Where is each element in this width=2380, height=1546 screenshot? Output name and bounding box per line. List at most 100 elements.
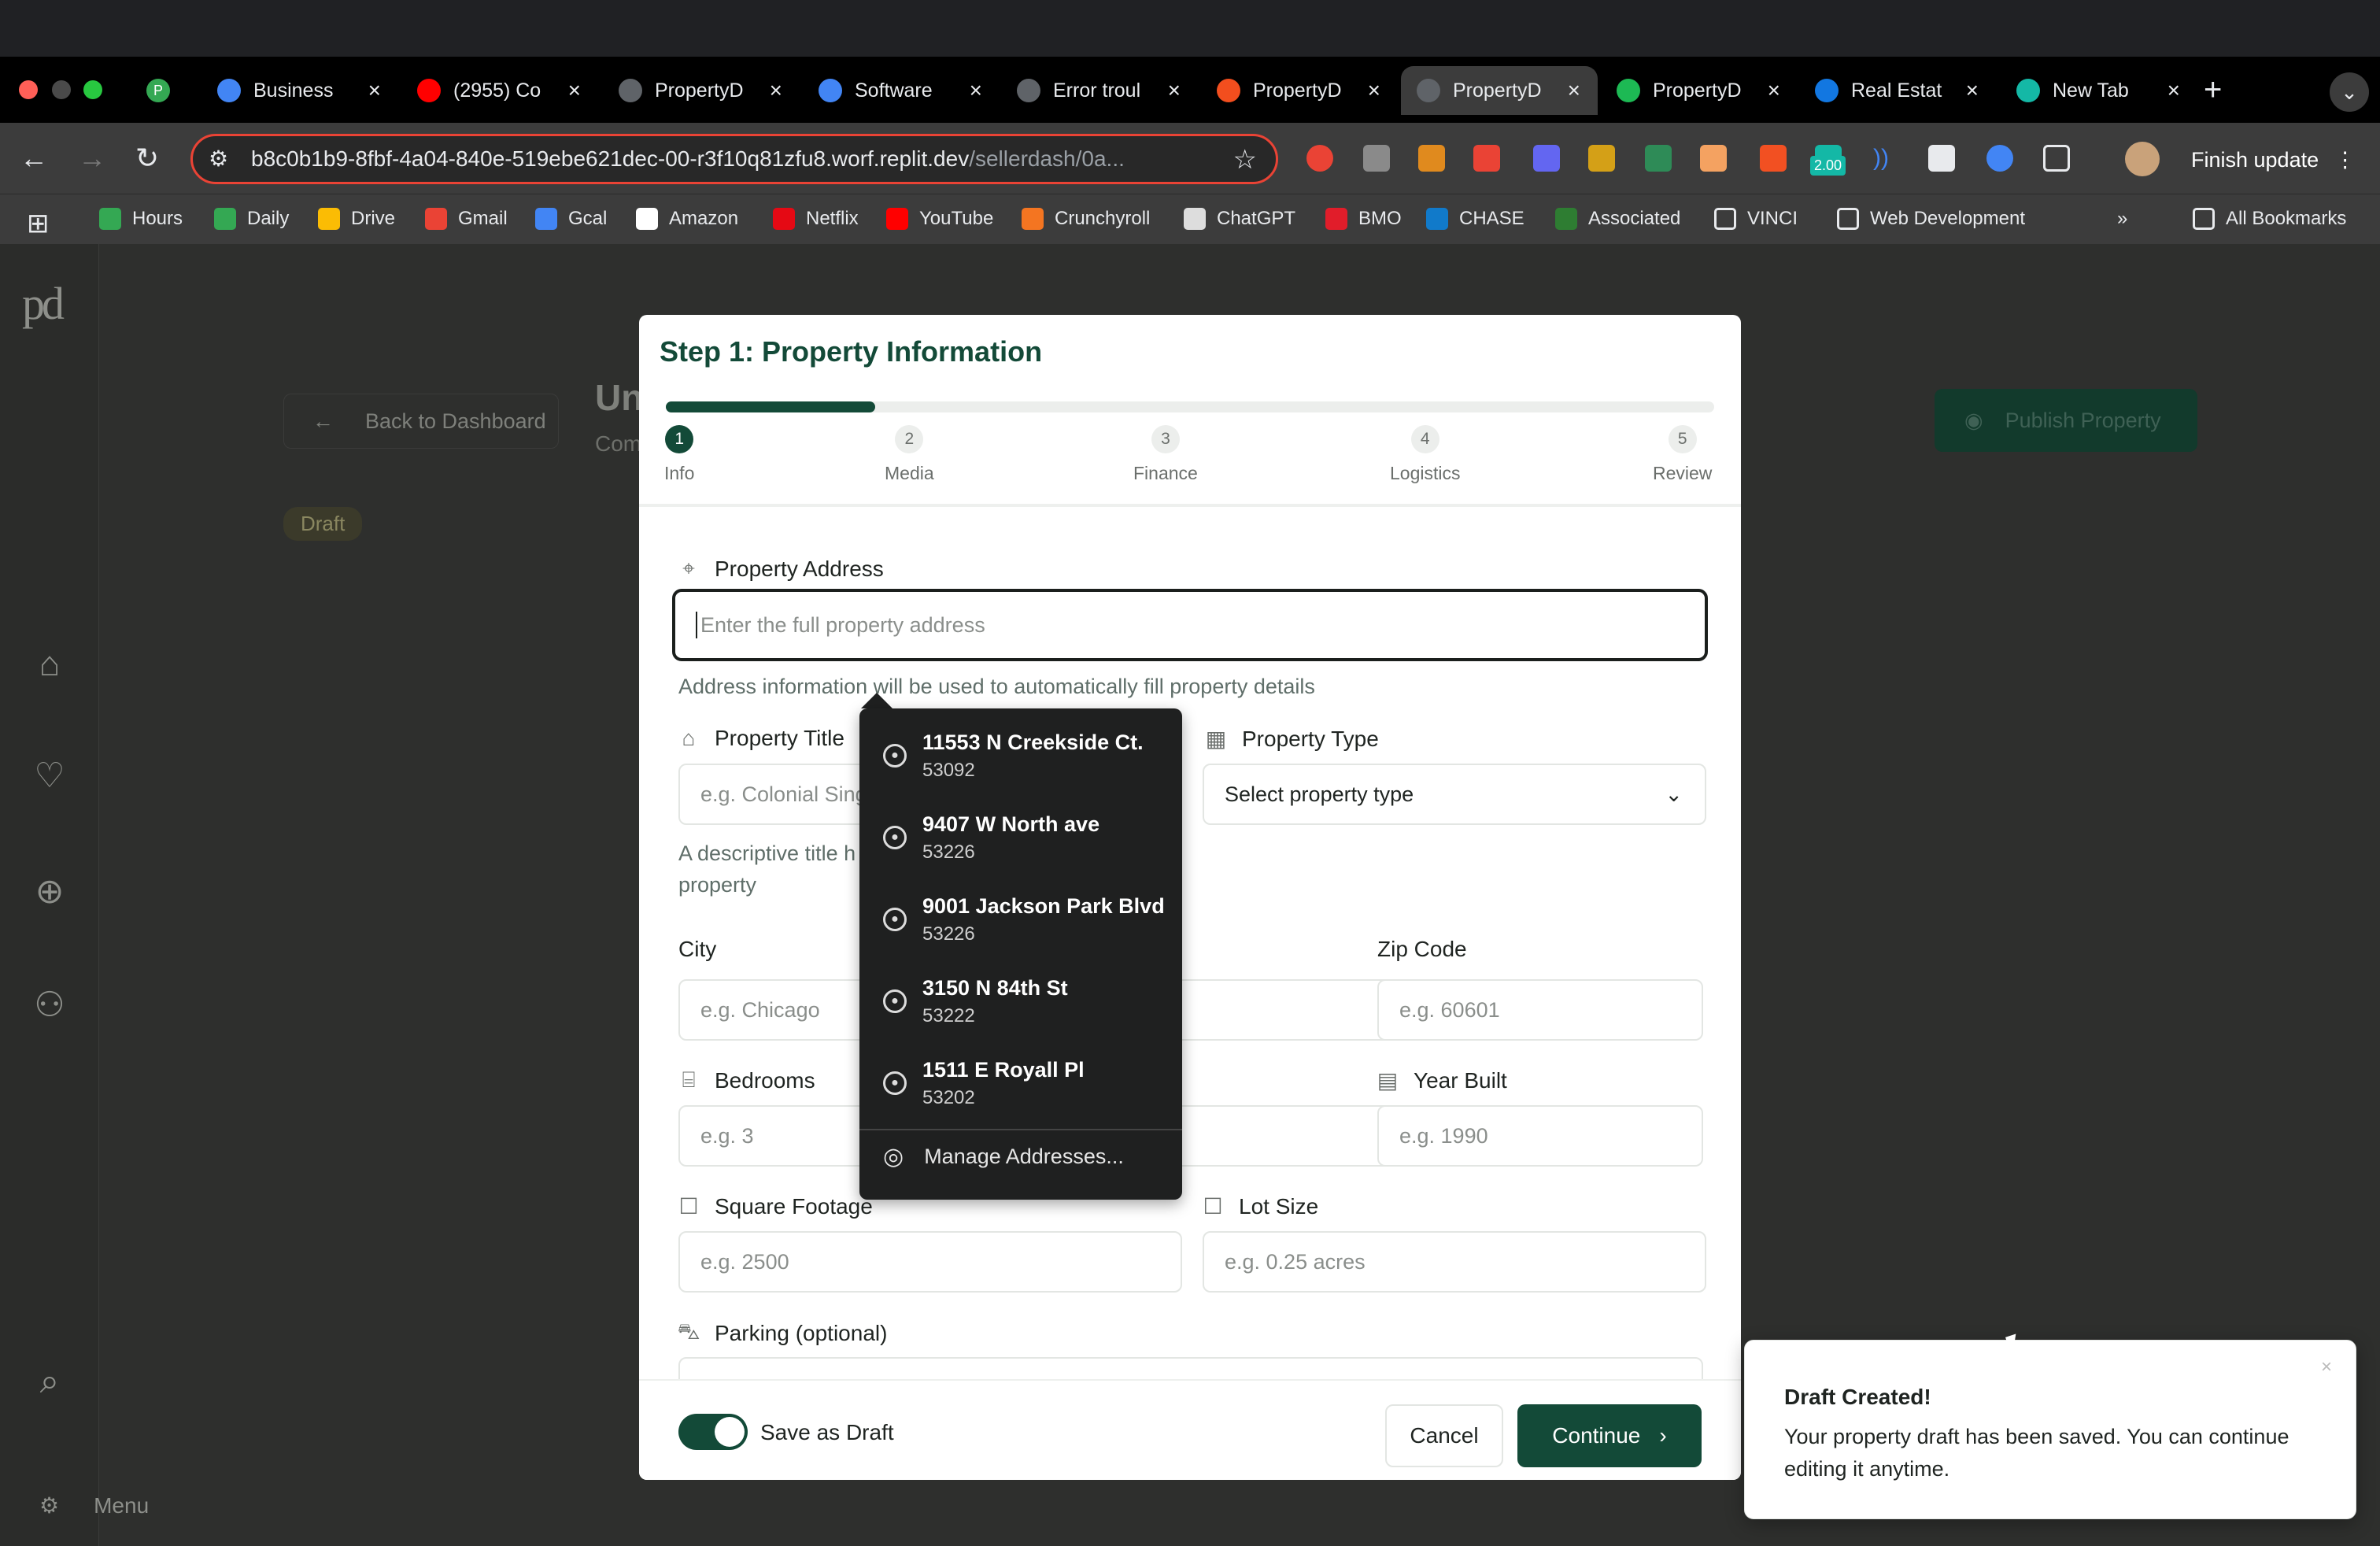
extension-icon[interactable] [1986, 145, 2013, 172]
step-media[interactable]: 2 Media [885, 425, 934, 484]
finish-update-button[interactable]: Finish update ⋮ [2180, 139, 2367, 181]
menu-button[interactable]: ⚙ Menu [39, 1492, 149, 1518]
close-tab-icon[interactable]: × [1368, 78, 1380, 103]
forward-nav-button[interactable]: → [74, 140, 110, 176]
bookmark-item[interactable]: Crunchyroll [1022, 208, 1150, 230]
address-suggestion[interactable]: ● 9407 W North ave 53226 [859, 797, 1182, 878]
bookmark-item[interactable]: VINCI [1714, 208, 1798, 230]
zip-input[interactable]: e.g. 60601 [1377, 979, 1703, 1041]
address-bar[interactable]: ⚙ b8c0b1b9-8fbf-4a04-840e-519ebe621dec-0… [190, 134, 1278, 184]
extension-icon[interactable] [1645, 145, 1672, 172]
address-suggestion[interactable]: ● 11553 N Creekside Ct. 53092 [859, 715, 1182, 797]
address-suggestion[interactable]: ● 3150 N 84th St 53222 [859, 960, 1182, 1042]
extension-icon[interactable] [1418, 145, 1445, 172]
wifi-icon[interactable]: )) [1873, 145, 1900, 172]
close-tab-icon[interactable]: × [770, 78, 782, 103]
year-input[interactable]: e.g. 1990 [1377, 1105, 1703, 1167]
site-info-icon[interactable]: ⚙ [209, 146, 228, 172]
avatar[interactable] [2125, 142, 2160, 176]
bookmark-item[interactable]: Associated [1555, 208, 1680, 230]
bookmark-item[interactable]: Drive [318, 208, 395, 230]
bookmark-favicon-icon [1184, 208, 1206, 230]
close-tab-icon[interactable]: × [1966, 78, 1979, 103]
bookmark-item[interactable]: Daily [214, 208, 289, 230]
bookmark-item[interactable]: Hours [99, 208, 183, 230]
search-icon[interactable]: ⌕ [27, 1359, 72, 1404]
heart-icon[interactable]: ♡ [27, 753, 72, 799]
address-input[interactable]: Enter the full property address [672, 589, 1708, 661]
home-icon[interactable]: ⌂ [27, 642, 72, 687]
tab-3[interactable]: Software × [803, 66, 1000, 115]
sqft-input[interactable]: e.g. 2500 [678, 1231, 1182, 1293]
step-logistics[interactable]: 4 Logistics [1390, 425, 1460, 484]
close-tab-icon[interactable]: × [2168, 78, 2180, 103]
bookmark-item[interactable]: YouTube [886, 208, 993, 230]
bookmark-item[interactable]: Gmail [425, 208, 508, 230]
pencil-icon[interactable] [1700, 145, 1727, 172]
tab-9[interactable]: New Tab × [2001, 66, 2197, 115]
close-tab-icon[interactable]: × [1568, 78, 1580, 103]
property-type-select[interactable]: Select property type ⌄ [1203, 764, 1706, 825]
bookmark-star-icon[interactable]: ☆ [1233, 144, 1257, 176]
bookmark-item[interactable]: CHASE [1426, 208, 1524, 230]
step-info[interactable]: 1 Info [664, 425, 694, 484]
continue-button[interactable]: Continue › [1517, 1404, 1702, 1467]
all-bookmarks[interactable]: All Bookmarks [2193, 208, 2346, 230]
folder-icon [1714, 208, 1736, 230]
more-bookmarks-icon[interactable]: » [2117, 208, 2127, 230]
eye-icon: ◉ [1964, 408, 1983, 432]
close-icon[interactable]: × [2321, 1356, 2332, 1378]
extension-icon[interactable] [1533, 145, 1560, 172]
step-finance[interactable]: 3 Finance [1133, 425, 1198, 484]
url-path: /sellerdash/0a... [969, 146, 1125, 171]
translate-icon[interactable] [1928, 145, 1955, 172]
tab-5[interactable]: PropertyD × [1201, 66, 1398, 115]
reload-button[interactable]: ↻ [129, 140, 165, 176]
bookmark-item[interactable]: Gcal [535, 208, 607, 230]
step-review[interactable]: 5 Review [1653, 425, 1712, 484]
back-to-dashboard-button[interactable]: ← Back to Dashboard [283, 394, 559, 449]
bookmark-item[interactable]: Web Development [1837, 208, 2025, 230]
save-draft-toggle[interactable] [678, 1414, 748, 1450]
bookmark-item[interactable]: ChatGPT [1184, 208, 1295, 230]
tab-profile[interactable]: P [131, 66, 186, 115]
maximize-window-button[interactable] [83, 80, 102, 99]
tab-2[interactable]: PropertyD × [603, 66, 800, 115]
close-window-button[interactable] [19, 80, 38, 99]
close-tab-icon[interactable]: × [568, 78, 581, 103]
lot-input[interactable]: e.g. 0.25 acres [1203, 1231, 1706, 1293]
close-tab-icon[interactable]: × [1168, 78, 1181, 103]
tab-6[interactable]: PropertyD × [1401, 66, 1598, 115]
bookmark-item[interactable]: Amazon [636, 208, 738, 230]
apps-grid-icon[interactable]: ⊞ [27, 208, 50, 239]
bookmark-item[interactable]: BMO [1325, 208, 1402, 230]
add-circle-icon[interactable]: ⊕ [27, 869, 72, 915]
extension-icon[interactable] [1588, 145, 1615, 172]
tab-1[interactable]: (2955) Co × [401, 66, 598, 115]
tab-7[interactable]: PropertyD × [1601, 66, 1798, 115]
modal-footer: Save as Draft Cancel Continue › [639, 1379, 1741, 1480]
tab-search-button[interactable]: ⌄ [2330, 72, 2369, 112]
extension-icon[interactable] [1306, 145, 1333, 172]
tab-0[interactable]: Business × [201, 66, 398, 115]
close-tab-icon[interactable]: × [1768, 78, 1780, 103]
close-tab-icon[interactable]: × [970, 78, 982, 103]
cancel-button[interactable]: Cancel [1385, 1404, 1503, 1467]
address-suggestion[interactable]: ● 1511 E Royall Pl 53202 [859, 1042, 1182, 1124]
extension-icon[interactable] [1473, 145, 1500, 172]
back-nav-button[interactable]: ← [16, 140, 52, 176]
toast-title: Draft Created! [1784, 1385, 1931, 1409]
bookmark-item[interactable]: Netflix [773, 208, 859, 230]
tab-4[interactable]: Error troul × [1001, 66, 1198, 115]
tab-8[interactable]: Real Estat × [1799, 66, 1996, 115]
extension-icon[interactable] [1363, 145, 1390, 172]
publish-property-button[interactable]: ◉ Publish Property [1935, 389, 2197, 452]
user-icon[interactable]: ⚇ [27, 982, 72, 1028]
extension-icon[interactable] [1760, 145, 1787, 172]
close-tab-icon[interactable]: × [368, 78, 381, 103]
address-suggestion[interactable]: ● 9001 Jackson Park Blvd 53226 [859, 878, 1182, 960]
manage-addresses-item[interactable]: ◎ Manage Addresses... [883, 1143, 1124, 1171]
puzzle-icon[interactable] [2043, 145, 2070, 172]
new-tab-button[interactable]: + [2204, 72, 2222, 108]
minimize-window-button[interactable] [52, 80, 71, 99]
